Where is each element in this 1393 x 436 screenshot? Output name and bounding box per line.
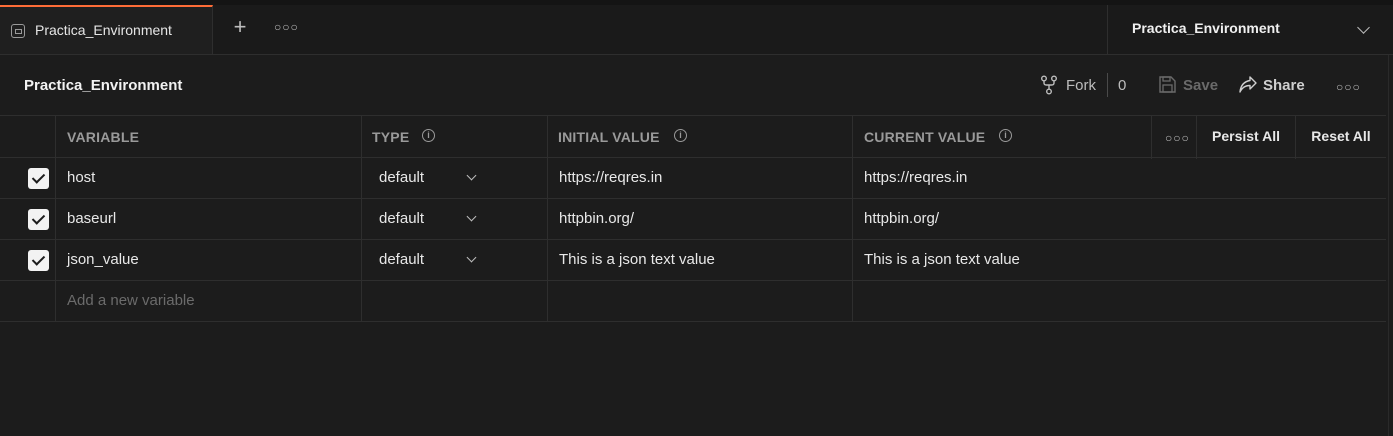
- new-variable-placeholder: Add a new variable: [67, 292, 195, 309]
- save-button[interactable]: Save: [1183, 77, 1218, 94]
- chevron-down-icon: [466, 170, 477, 181]
- fork-count: 0: [1118, 77, 1127, 94]
- fork-button[interactable]: Fork: [1066, 77, 1096, 94]
- current-value-cell[interactable]: This is a json text value: [853, 240, 1386, 280]
- column-header: TYPE: [372, 129, 410, 145]
- checkbox-cell: [0, 199, 56, 239]
- initial-value-cell[interactable]: httpbin.org/: [548, 199, 853, 239]
- reset-all-button[interactable]: Reset All: [1296, 116, 1386, 159]
- column-header: CURRENT VALUE: [864, 129, 986, 145]
- initial-value-cell[interactable]: This is a json text value: [548, 240, 853, 280]
- empty-type-cell: [362, 281, 548, 321]
- current-value: httpbin.org/: [864, 210, 940, 227]
- save-icon: [1159, 76, 1176, 93]
- column-header: INITIAL VALUE: [558, 129, 660, 145]
- checkbox-cell: [0, 158, 56, 198]
- new-variable-input[interactable]: Add a new variable: [56, 281, 362, 321]
- empty-current-cell: [853, 281, 1386, 321]
- row-checkbox[interactable]: [28, 209, 49, 230]
- new-variable-row: Add a new variable: [0, 281, 1386, 322]
- row-checkbox[interactable]: [28, 250, 49, 271]
- type-select[interactable]: default: [362, 158, 548, 198]
- type-select[interactable]: default: [362, 199, 548, 239]
- header-checkbox-cell: [0, 116, 56, 157]
- checkbox-cell: [0, 240, 56, 280]
- chevron-down-icon: [466, 211, 477, 222]
- page-title: Practica_Environment: [24, 77, 183, 94]
- variable-name: host: [67, 169, 96, 186]
- variable-name: baseurl: [67, 210, 117, 227]
- share-button[interactable]: Share: [1263, 77, 1305, 94]
- divider: [1107, 73, 1108, 97]
- initial-value: This is a json text value: [559, 251, 715, 268]
- table-row: baseurl default httpbin.org/ httpbin.org…: [0, 199, 1386, 240]
- chevron-down-icon: [1357, 21, 1370, 34]
- new-tab-button[interactable]: +: [229, 14, 251, 39]
- more-options-button[interactable]: ○○○: [1336, 80, 1361, 94]
- type-select[interactable]: default: [362, 240, 548, 280]
- initial-value: httpbin.org/: [559, 210, 635, 227]
- current-value: This is a json text value: [864, 251, 1020, 268]
- tab-options-button[interactable]: ○○○: [274, 20, 299, 34]
- chevron-down-icon: [466, 252, 477, 263]
- header-variable: VARIABLE: [56, 116, 362, 157]
- info-icon[interactable]: i: [422, 129, 435, 142]
- info-icon[interactable]: i: [674, 129, 687, 142]
- scrollbar-track[interactable]: [1388, 55, 1389, 436]
- more-horizontal-icon: ○○○: [1165, 131, 1190, 145]
- info-icon[interactable]: i: [999, 129, 1012, 142]
- initial-value-cell[interactable]: https://reqres.in: [548, 158, 853, 198]
- plus-icon: +: [233, 14, 247, 39]
- variable-cell[interactable]: json_value: [56, 240, 362, 280]
- variable-name: json_value: [67, 251, 139, 268]
- header-type: TYPE i: [362, 116, 548, 157]
- type-value: default: [379, 169, 425, 186]
- variables-table: VARIABLE TYPE i INITIAL VALUE i CURRENT …: [0, 115, 1393, 322]
- page-header: Practica_Environment Fork 0 Save Share ○…: [0, 55, 1393, 115]
- current-value-cell[interactable]: httpbin.org/: [853, 199, 1386, 239]
- type-value: default: [379, 251, 425, 268]
- environment-icon: [11, 24, 25, 38]
- table-header-row: VARIABLE TYPE i INITIAL VALUE i CURRENT …: [0, 115, 1386, 159]
- variable-cell[interactable]: host: [56, 158, 362, 198]
- header-initial-value: INITIAL VALUE i: [548, 116, 853, 157]
- current-value-cell[interactable]: https://reqres.in: [853, 158, 1386, 198]
- variable-cell[interactable]: baseurl: [56, 199, 362, 239]
- empty-initial-cell: [548, 281, 853, 321]
- column-header: VARIABLE: [67, 129, 140, 145]
- share-icon: [1239, 76, 1257, 93]
- environment-selector[interactable]: Practica_Environment: [1107, 5, 1393, 54]
- checkbox-cell: [0, 281, 56, 321]
- table-options-button[interactable]: ○○○: [1151, 116, 1197, 159]
- persist-all-button[interactable]: Persist All: [1197, 116, 1296, 159]
- tab-bar: Practica_Environment + ○○○ Practica_Envi…: [0, 5, 1393, 55]
- fork-icon[interactable]: [1040, 75, 1058, 95]
- table-row: json_value default This is a json text v…: [0, 240, 1386, 281]
- type-value: default: [379, 210, 425, 227]
- table-row: host default https://reqres.in https://r…: [0, 158, 1386, 199]
- initial-value: https://reqres.in: [559, 169, 663, 186]
- environment-selector-value: Practica_Environment: [1132, 20, 1280, 36]
- row-checkbox[interactable]: [28, 168, 49, 189]
- tab-environment[interactable]: Practica_Environment: [0, 5, 213, 54]
- more-horizontal-icon: ○○○: [274, 20, 299, 34]
- current-value: https://reqres.in: [864, 169, 968, 186]
- tab-label: Practica_Environment: [35, 22, 172, 38]
